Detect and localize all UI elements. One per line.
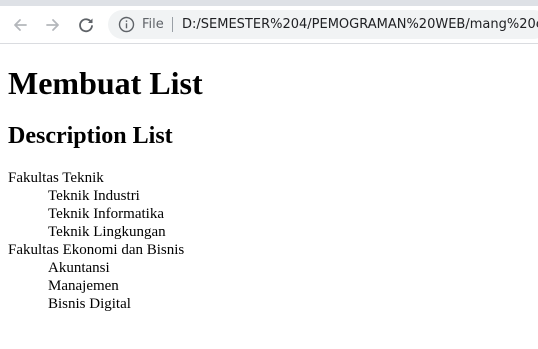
- arrow-right-icon: [46, 19, 59, 31]
- address-bar[interactable]: File D:/SEMESTER%204/PEMOGRAMAN%20WEB/ma…: [108, 10, 538, 39]
- list-description: Teknik Lingkungan: [48, 224, 166, 240]
- list-description: Akuntansi: [48, 260, 110, 276]
- list-description: Teknik Informatika: [48, 206, 164, 222]
- reload-button[interactable]: [75, 14, 97, 36]
- url-text[interactable]: D:/SEMESTER%204/PEMOGRAMAN%20WEB/mang%20…: [182, 16, 538, 33]
- forward-button[interactable]: [42, 14, 64, 36]
- description-list: Fakultas Teknik Teknik Industri Teknik I…: [8, 169, 528, 313]
- list-description: Teknik Industri: [48, 188, 140, 204]
- list-term: Fakultas Teknik: [8, 170, 104, 186]
- page-title: Membuat List: [8, 65, 203, 101]
- scheme-label: File: [142, 17, 164, 32]
- section-title: Description List: [8, 123, 173, 149]
- info-icon[interactable]: [118, 16, 135, 33]
- list-description: Bisnis Digital: [48, 296, 131, 312]
- page-content: Membuat List Description List Fakultas T…: [8, 44, 528, 313]
- list-description: Manajemen: [48, 278, 119, 294]
- back-button[interactable]: [9, 14, 31, 36]
- reload-icon: [79, 18, 93, 33]
- arrow-left-icon: [14, 19, 27, 31]
- browser-chrome: File D:/SEMESTER%204/PEMOGRAMAN%20WEB/ma…: [0, 0, 538, 44]
- list-term: Fakultas Ekonomi dan Bisnis: [8, 242, 185, 258]
- browser-toolbar: File D:/SEMESTER%204/PEMOGRAMAN%20WEB/ma…: [0, 6, 538, 43]
- address-separator: [172, 17, 173, 32]
